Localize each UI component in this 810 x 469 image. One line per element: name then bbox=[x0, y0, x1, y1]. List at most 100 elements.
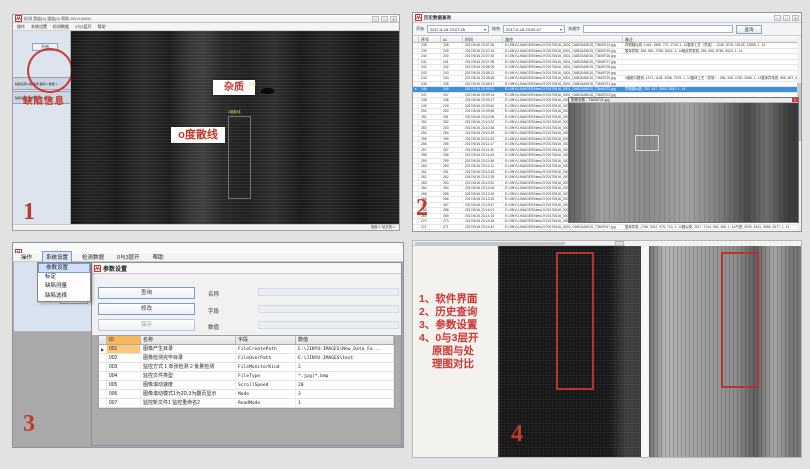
impurity-defect-blob bbox=[261, 88, 274, 94]
id-cell: 006 bbox=[107, 390, 141, 398]
preview-title-text: 图像查看 - T3649722.jpg bbox=[569, 98, 610, 103]
column-header[interactable]: ID bbox=[441, 36, 463, 42]
time-cell: 2017/6/16 23:07:58 bbox=[463, 60, 503, 65]
time-cell: 2017/6/16 23:13:33 bbox=[463, 197, 503, 202]
column-header[interactable]: 字段 bbox=[236, 336, 296, 344]
value-input[interactable] bbox=[258, 321, 399, 329]
seq-cell: 271 bbox=[419, 225, 441, 230]
table-row[interactable]: 2712712017/6/16 23:14:42E:\JINYU-IMAGES\… bbox=[413, 225, 801, 231]
query-button[interactable]: 查询 bbox=[736, 25, 762, 34]
time-cell: 2017/6/16 23:10:36 bbox=[463, 126, 503, 131]
param-row[interactable]: ▶001图像产生目录FileCreatePathE:\JINYU-IMAGES\… bbox=[99, 345, 394, 354]
panel-parameter-settings: 操作系统设置检测数据0与3层开帮助 开始 参数设置 查询 修改 保存 名称 字段… bbox=[12, 242, 404, 448]
dropdown-item[interactable]: 缺陷测量 bbox=[38, 282, 90, 292]
time-cell: 2017/6/16 23:07:34 bbox=[463, 49, 503, 54]
column-header[interactable]: 备注 bbox=[623, 36, 801, 42]
chevron-down-icon[interactable]: ▾ bbox=[484, 26, 486, 33]
modify-button[interactable]: 修改 bbox=[98, 303, 195, 315]
close-icon[interactable]: ✕ bbox=[792, 15, 799, 21]
column-header[interactable]: 路径 bbox=[503, 36, 623, 42]
name-input[interactable] bbox=[258, 288, 399, 296]
note-line: 1、软件界面 bbox=[419, 293, 499, 306]
id-cell: 246 bbox=[441, 87, 463, 92]
path-cell: E:\JINYU-IMAGES\New\JY20170616_0001_OAB2… bbox=[503, 225, 623, 230]
menu-item-检测数据[interactable]: 检测数据 bbox=[79, 252, 107, 262]
param-row[interactable]: 007监控新文件1 监控重命名2ReadMode1 bbox=[99, 399, 394, 408]
seq-cell: 245 bbox=[419, 82, 441, 87]
maximize-icon[interactable]: □ bbox=[783, 15, 790, 21]
row-marker-cell bbox=[99, 390, 107, 398]
start-time-label: 开始 bbox=[416, 26, 424, 32]
minimize-icon[interactable]: ─ bbox=[774, 15, 781, 21]
close-icon[interactable]: ✕ bbox=[390, 16, 397, 22]
time-cell: 2017/6/16 23:09:27 bbox=[463, 98, 503, 103]
time-cell: 2017/6/16 23:09:40 bbox=[463, 104, 503, 109]
menu-item[interactable]: 0与3层开 bbox=[75, 24, 91, 30]
start-time-picker[interactable]: 2017-6-16 23:07:26 ▾ bbox=[427, 25, 489, 33]
keyword-label: 关键字 bbox=[568, 26, 580, 32]
param-row[interactable]: 006图像滚动模式1为2D,3为翻页显示Mode3 bbox=[99, 390, 394, 399]
seq-cell: 260 bbox=[419, 164, 441, 169]
seq-cell: 250 bbox=[419, 109, 441, 114]
dropdown-item[interactable]: 标定 bbox=[38, 273, 90, 283]
menu-item[interactable]: 检测数据 bbox=[53, 24, 69, 30]
close-icon[interactable]: ✕ bbox=[792, 98, 798, 102]
param-table-body: ▶001图像产生目录FileCreatePathE:\JINYU-IMAGES\… bbox=[99, 345, 394, 408]
p1-menubar: 操作系统设置检测数据 0与3层开帮助 bbox=[13, 23, 399, 31]
seq-cell: 257 bbox=[419, 148, 441, 153]
menu-item-帮助[interactable]: 帮助 bbox=[150, 252, 167, 262]
note-line: 4、0与3层开 bbox=[419, 332, 499, 345]
field-field-label: 字段 bbox=[208, 307, 219, 315]
param-row[interactable]: 004监控文件类型FileType*.jpg|*.bmp bbox=[99, 372, 394, 381]
param-row[interactable]: 002图像检测完毕目录FileOverPathE:\JINYU-IMAGES\t… bbox=[99, 354, 394, 363]
column-header[interactable]: ID bbox=[107, 336, 141, 344]
id-cell: 270 bbox=[441, 219, 463, 224]
path-cell: E:\JINYU-IMAGES\New\JY20170616_0001_OAB2… bbox=[503, 49, 623, 54]
end-time-picker[interactable]: 2017-6-16 23:42:47 ▾ bbox=[503, 25, 565, 33]
column-header[interactable]: 数值 bbox=[296, 336, 394, 344]
time-cell: 2017/6/16 23:08:09 bbox=[463, 65, 503, 70]
save-button[interactable]: 保存 bbox=[98, 319, 195, 331]
id-cell: 243 bbox=[441, 71, 463, 76]
annotation-notes: 1、软件界面2、历史查询3、参数设置4、0与3层开原图与处理图对比 bbox=[419, 293, 499, 371]
maximize-icon[interactable]: □ bbox=[381, 16, 388, 22]
id-cell: 259 bbox=[441, 159, 463, 164]
minimize-icon[interactable]: ─ bbox=[372, 16, 379, 22]
dropdown-item[interactable]: 缺陷选择 bbox=[38, 292, 90, 302]
seq-cell: 240 bbox=[419, 54, 441, 59]
panel-number-2: 2 bbox=[416, 195, 428, 222]
name-cell: 图像滚动速度 bbox=[141, 381, 236, 389]
menu-item-0与3层开[interactable]: 0与3层开 bbox=[114, 252, 143, 262]
param-row[interactable]: 005图像滚动速度ScrollSpeed20 bbox=[99, 381, 394, 390]
id-cell: 253 bbox=[441, 126, 463, 131]
keyword-input[interactable] bbox=[583, 25, 733, 33]
name-cell: 监控方式 1 单张检测 2 批量检测 bbox=[141, 363, 236, 371]
remark-cell bbox=[623, 82, 801, 87]
menu-item[interactable]: 操作 bbox=[17, 24, 25, 30]
panel-history-query: 历史数据查询 ─□✕ 开始 2017-6-16 23:07:26 ▾ 结束 20… bbox=[412, 12, 802, 232]
id-cell: 262 bbox=[441, 175, 463, 180]
field-cell: Mode bbox=[236, 390, 296, 398]
chevron-down-icon[interactable]: ▾ bbox=[560, 26, 562, 33]
id-cell: 002 bbox=[107, 354, 141, 362]
time-cell: 2017/6/16 23:14:01 bbox=[463, 208, 503, 213]
id-cell: 255 bbox=[441, 137, 463, 142]
menu-item[interactable]: 系统设置 bbox=[31, 24, 47, 30]
fabric-image-view[interactable]: 杂质 杂质 0度散线 o度散线 bbox=[71, 31, 399, 224]
field-input[interactable] bbox=[258, 305, 399, 313]
column-header[interactable]: 时间 bbox=[463, 36, 503, 42]
menu-item[interactable]: 帮助 bbox=[97, 24, 105, 30]
column-header[interactable]: 序号 bbox=[419, 36, 441, 42]
param-row[interactable]: 003监控方式 1 单张检测 2 批量检测FileMonitorKind2 bbox=[99, 363, 394, 372]
name-cell: 图像产生目录 bbox=[141, 345, 236, 353]
query-button[interactable]: 查询 bbox=[98, 287, 195, 299]
name-cell: 图像滚动模式1为2D,3为翻页显示 bbox=[141, 390, 236, 398]
id-cell: 269 bbox=[441, 214, 463, 219]
menu-item-操作[interactable]: 操作 bbox=[18, 252, 35, 262]
column-header[interactable]: 名称 bbox=[141, 336, 236, 344]
id-cell: 260 bbox=[441, 164, 463, 169]
time-cell: 2017/6/16 23:14:28 bbox=[463, 219, 503, 224]
dropdown-item[interactable]: 参数设置 bbox=[38, 263, 90, 273]
time-cell: 2017/6/16 23:13:06 bbox=[463, 186, 503, 191]
param-window-title: 参数设置 bbox=[103, 264, 127, 273]
